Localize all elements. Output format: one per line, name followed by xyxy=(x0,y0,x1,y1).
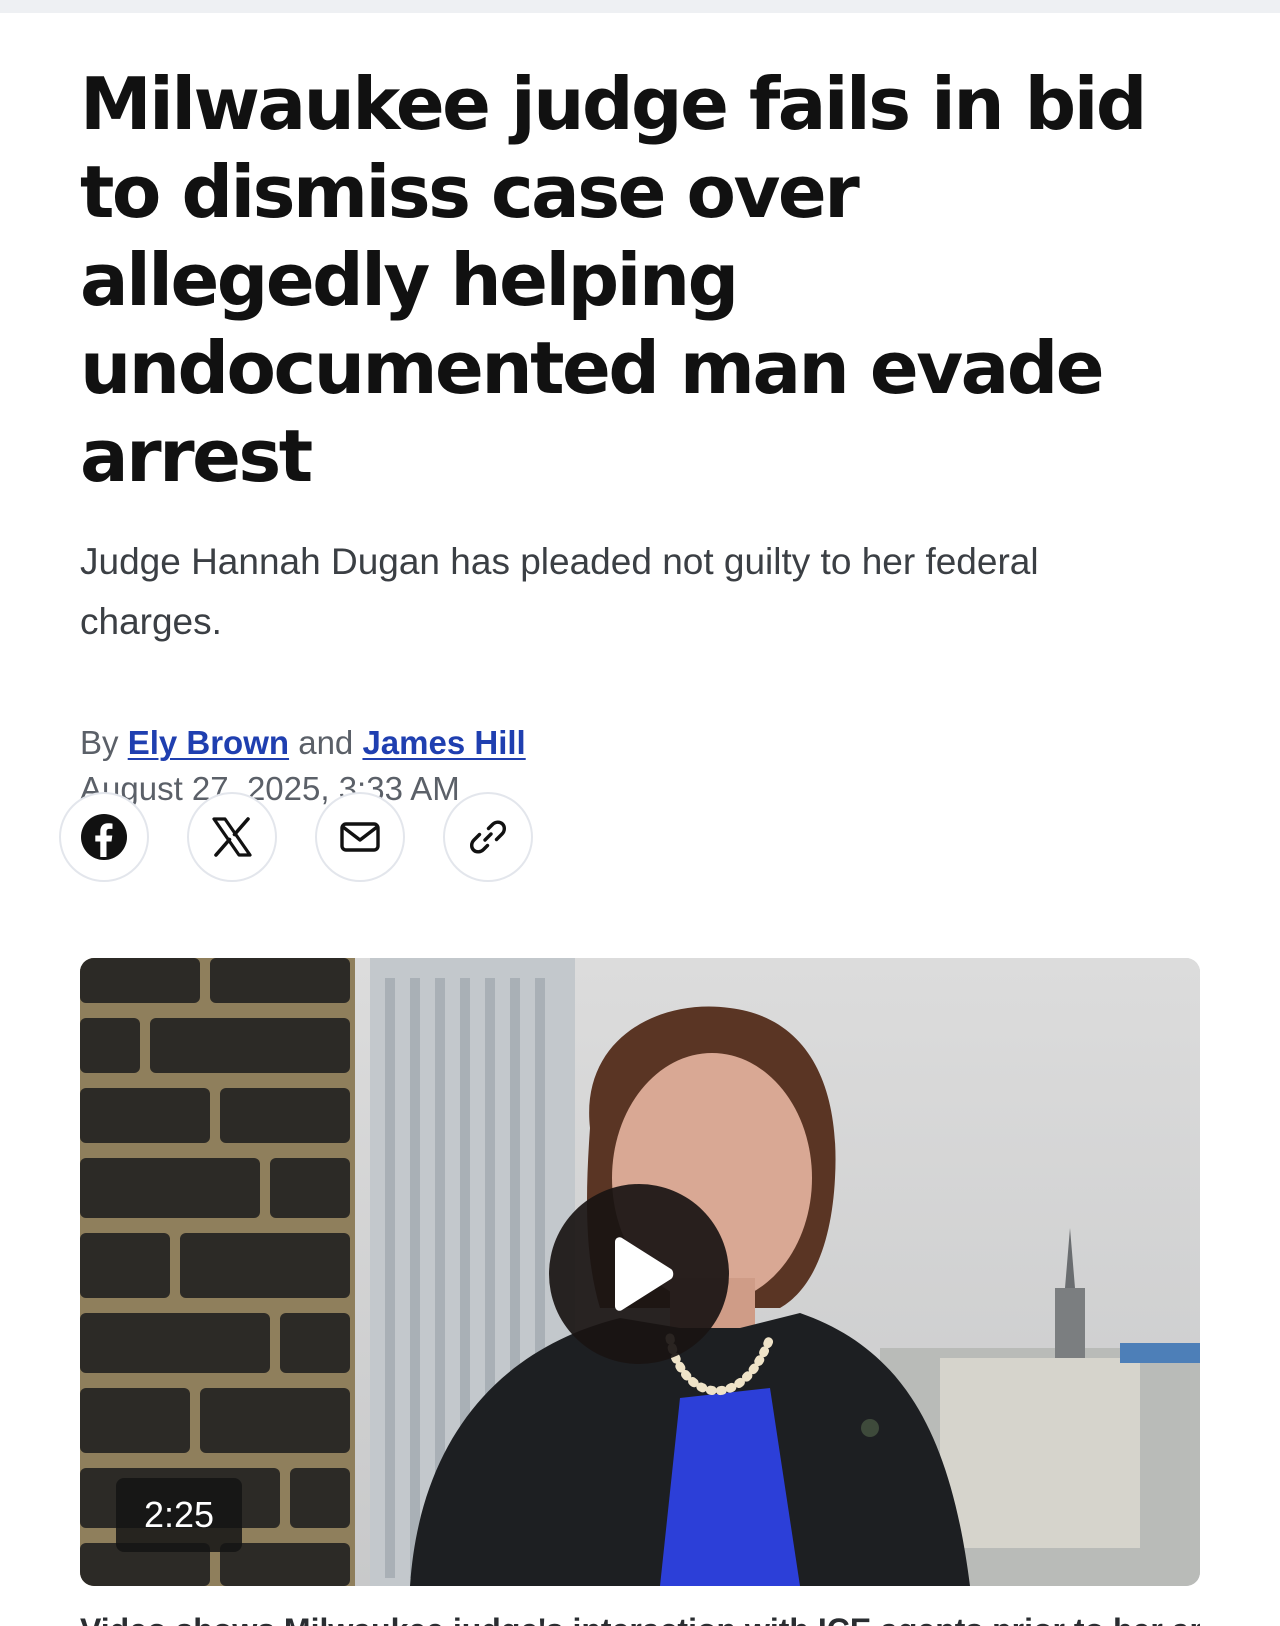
author-link-james-hill[interactable]: James Hill xyxy=(362,724,525,761)
byline-conjunction: and xyxy=(298,724,354,761)
top-bar xyxy=(0,0,1280,13)
video-player[interactable]: 2:25 xyxy=(80,958,1200,1586)
video-duration-badge: 2:25 xyxy=(116,1478,243,1552)
share-email-button[interactable] xyxy=(315,792,405,882)
copy-link-button[interactable] xyxy=(443,792,533,882)
play-icon xyxy=(615,1237,674,1311)
byline: By Ely Brown and James Hill xyxy=(80,720,1200,766)
play-button[interactable] xyxy=(549,1184,729,1364)
video-caption: Video shows Milwaukee judge's interactio… xyxy=(80,1610,1200,1626)
share-facebook-button[interactable] xyxy=(59,792,149,882)
share-bar xyxy=(59,792,533,882)
article-dek: Judge Hannah Dugan has pleaded not guilt… xyxy=(80,541,1039,642)
facebook-icon xyxy=(81,814,127,860)
share-x-button[interactable] xyxy=(187,792,277,882)
headline: Milwaukee judge fails in bid to dismiss … xyxy=(80,62,1147,498)
author-link-ely-brown[interactable]: Ely Brown xyxy=(128,724,289,761)
article-header: Milwaukee judge fails in bid to dismiss … xyxy=(80,60,1200,812)
link-icon xyxy=(469,820,507,854)
x-icon xyxy=(212,817,252,857)
byline-prefix: By xyxy=(80,724,119,761)
email-icon xyxy=(340,822,380,852)
article-page: Milwaukee judge fails in bid to dismiss … xyxy=(0,0,1280,1626)
